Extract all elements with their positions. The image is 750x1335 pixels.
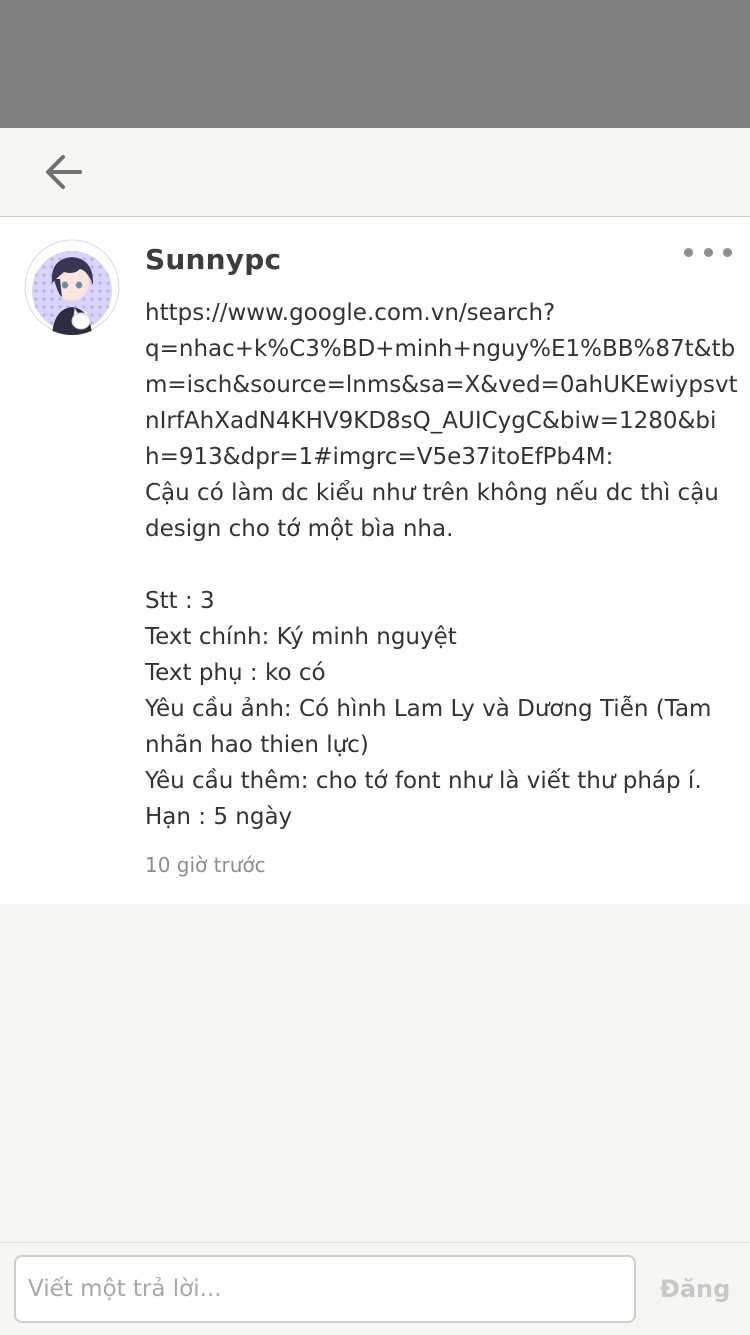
- post-body-line: Cậu có làm dc kiểu như trên không nếu dc…: [145, 480, 719, 506]
- reply-input[interactable]: [14, 1255, 636, 1323]
- more-horizontal-icon: [684, 247, 693, 257]
- post-body: https://www.google.com.vn/search? q=nhac…: [145, 295, 738, 835]
- post-body-line: h=913&dpr=1#imgrc=V5e37itoEfPb4M:: [145, 444, 614, 470]
- avatar-image: [24, 239, 120, 335]
- status-bar-area: [0, 0, 750, 128]
- post-reply-button[interactable]: Đăng: [650, 1255, 740, 1323]
- post-body-blank-line: [145, 547, 735, 583]
- reply-bar: Đăng: [0, 1242, 750, 1335]
- post-body-line: Text phụ : ko có: [145, 660, 326, 686]
- author-name[interactable]: Sunnypc: [145, 243, 281, 276]
- more-options-button[interactable]: [684, 241, 732, 263]
- post-body-line: design cho tớ một bìa nha.: [145, 516, 454, 542]
- post-body-line: Yêu cầu ảnh: Có hình Lam Ly và Dương Tiễ…: [145, 696, 712, 722]
- more-dot: [703, 247, 713, 257]
- post-body-line: Stt : 3: [145, 588, 215, 614]
- top-nav-bar: [0, 128, 750, 217]
- post-body-line: q=nhac+k%C3%BD+minh+nguy%E1%BB%87t&tb: [145, 336, 736, 362]
- post-body-line: nhãn hao thien lực): [145, 732, 369, 758]
- post-body-line: Text chính: Ký minh nguyệt: [145, 624, 457, 650]
- avatar[interactable]: [24, 239, 120, 335]
- arrow-left-icon: [46, 155, 82, 189]
- post-body-line: https://www.google.com.vn/search?: [145, 300, 556, 326]
- post-card: Sunnypc https://www.google.com.vn/search…: [0, 217, 750, 904]
- back-button[interactable]: [36, 148, 92, 196]
- post-body-line: nIrfAhXadN4KHV9KD8sQ_AUICygC&biw=1280&bi: [145, 408, 717, 434]
- post-timestamp: 10 giờ trước: [145, 853, 266, 877]
- more-dot: [723, 247, 732, 257]
- post-body-line: Hạn : 5 ngày: [145, 804, 293, 830]
- post-body-line: m=isch&source=lnms&sa=X&ved=0ahUKEwiypsv…: [145, 372, 738, 398]
- post-body-line: Yêu cầu thêm: cho tớ font như là viết th…: [145, 768, 702, 794]
